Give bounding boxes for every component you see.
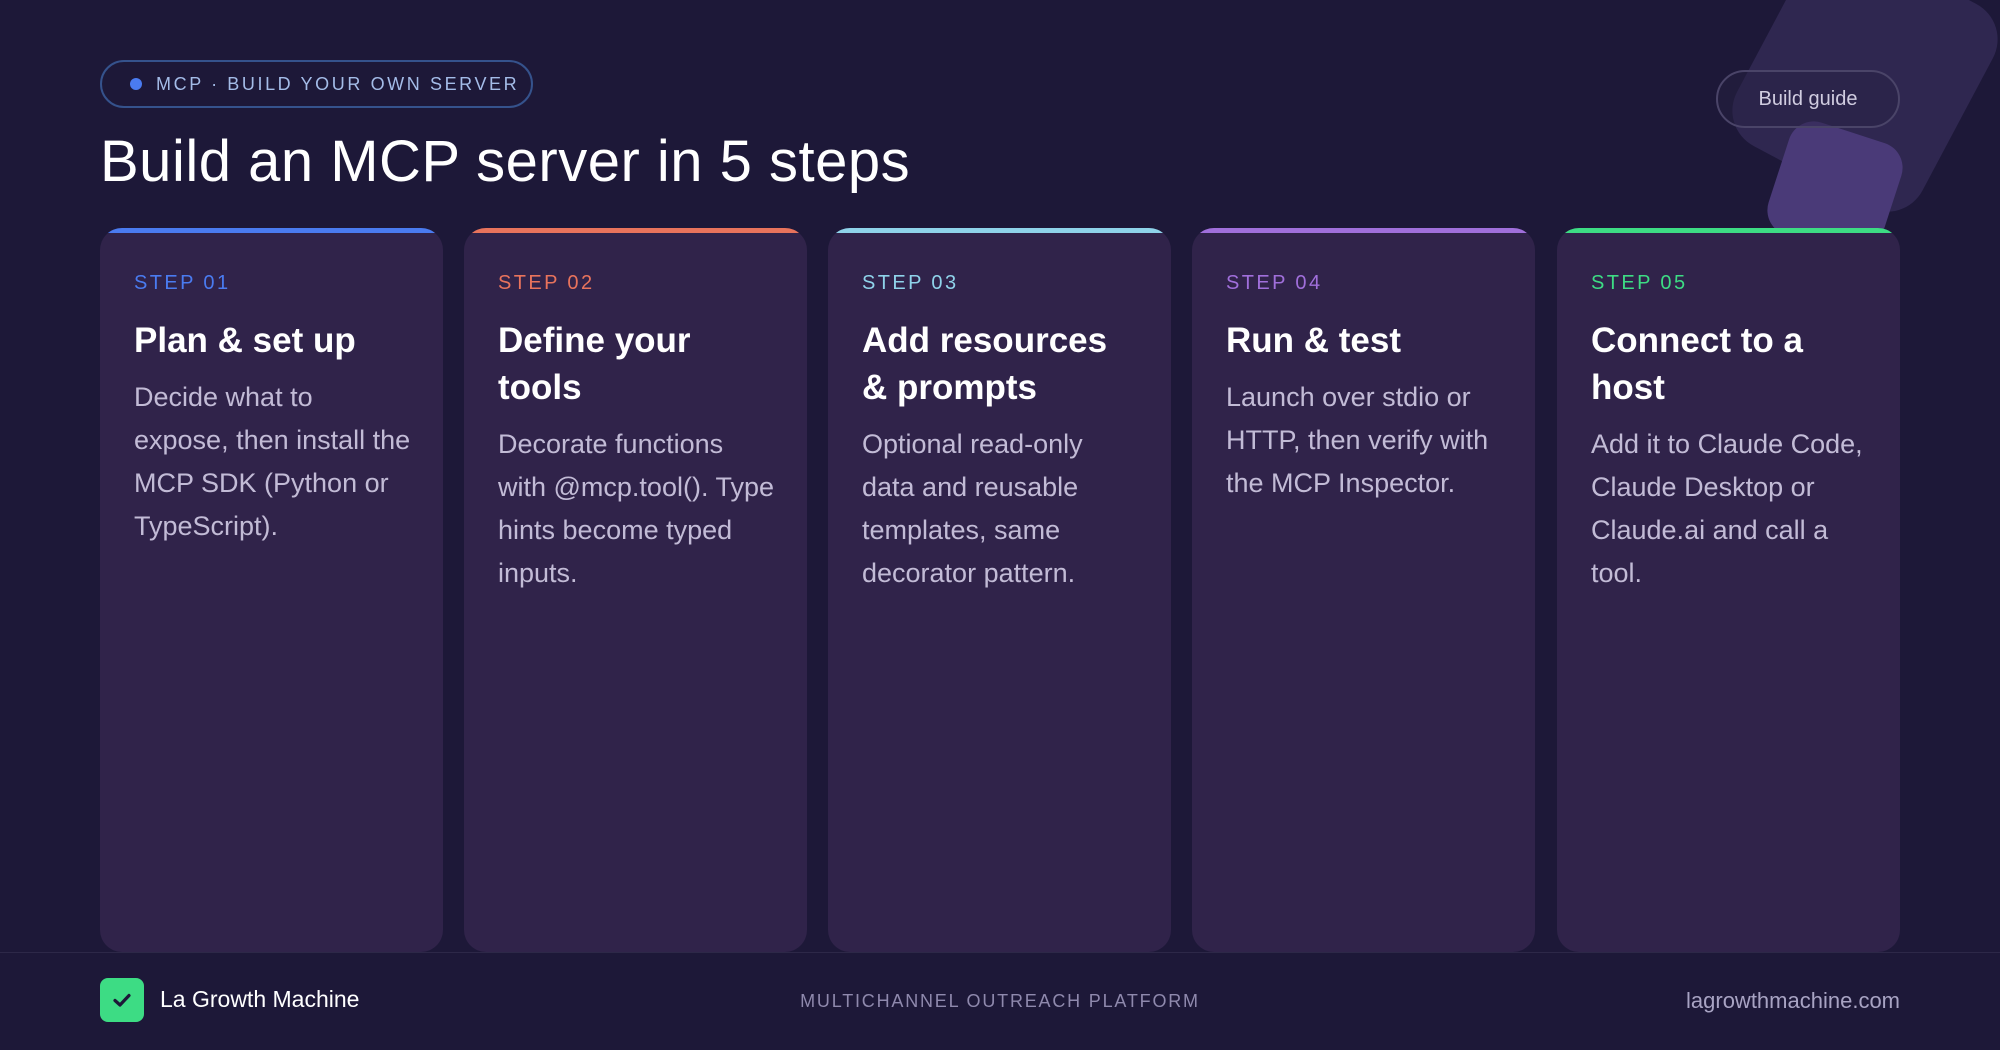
step-card-2: STEP 02 Define your tools Decorate funct… bbox=[464, 228, 807, 952]
step-card-5: STEP 05 Connect to a host Add it to Clau… bbox=[1557, 228, 1900, 952]
step-label: STEP 01 bbox=[134, 272, 231, 294]
step-card-4: STEP 04 Run & test Launch over stdio or … bbox=[1192, 228, 1535, 952]
step-description: Launch over stdio or HTTP, then verify w… bbox=[1226, 382, 1489, 498]
card-accent-bar bbox=[1192, 228, 1535, 233]
dot-icon bbox=[130, 78, 142, 90]
step-title: Add resources & prompts bbox=[862, 321, 1108, 407]
step-card-1: STEP 01 Plan & set up Decide what to exp… bbox=[100, 228, 443, 952]
card-accent-bar bbox=[464, 228, 807, 233]
step-card-3: STEP 03 Add resources & prompts Optional… bbox=[828, 228, 1171, 952]
step-description: Decide what to expose, then install the … bbox=[134, 382, 411, 541]
step-description: Add it to Claude Code, Claude Desktop or… bbox=[1591, 429, 1863, 588]
build-guide-button[interactable]: Build guide bbox=[1716, 70, 1900, 128]
slide: MCP · BUILD YOUR OWN SERVER Build guide … bbox=[0, 0, 2000, 1050]
step-title: Run & test bbox=[1226, 321, 1401, 360]
step-label: STEP 05 bbox=[1591, 272, 1688, 294]
step-title: Define your tools bbox=[498, 321, 691, 407]
section-badge: MCP · BUILD YOUR OWN SERVER bbox=[100, 60, 533, 108]
step-label: STEP 02 bbox=[498, 272, 595, 294]
step-title: Connect to a host bbox=[1591, 321, 1803, 407]
website-link[interactable]: lagrowthmachine.com bbox=[1686, 988, 1900, 1014]
step-title: Plan & set up bbox=[134, 321, 356, 360]
section-badge-text: MCP · BUILD YOUR OWN SERVER bbox=[156, 73, 520, 94]
step-description: Decorate functions with @mcp.tool(). Typ… bbox=[498, 429, 774, 588]
page-title: Build an MCP server in 5 steps bbox=[100, 129, 911, 194]
step-description: Optional read-only data and reusable tem… bbox=[862, 429, 1083, 588]
step-label: STEP 04 bbox=[1226, 272, 1323, 294]
card-accent-bar bbox=[828, 228, 1171, 233]
card-accent-bar bbox=[1557, 228, 1900, 233]
footer-divider bbox=[0, 952, 2000, 953]
card-accent-bar bbox=[100, 228, 443, 233]
steps-grid: STEP 01 Plan & set up Decide what to exp… bbox=[100, 228, 1900, 952]
step-label: STEP 03 bbox=[862, 272, 959, 294]
